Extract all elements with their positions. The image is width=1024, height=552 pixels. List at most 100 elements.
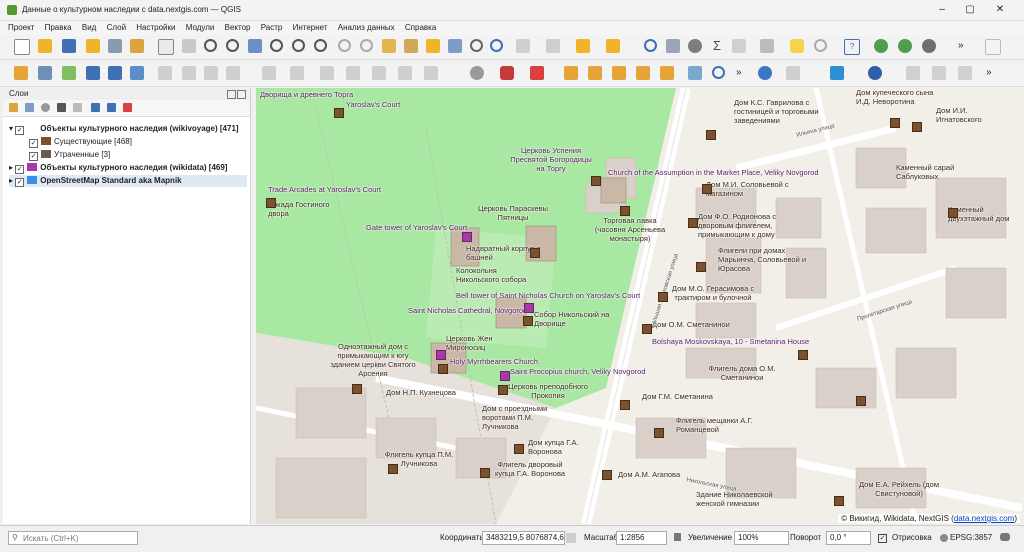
open-project-icon[interactable]: [38, 39, 52, 53]
layer-checkbox[interactable]: ✓: [15, 126, 25, 135]
zoom-next-icon[interactable]: [360, 39, 373, 52]
map-label[interactable]: Церковь Параскевы Пятницы: [478, 204, 548, 222]
menu-web[interactable]: Интернет: [293, 21, 328, 35]
map-canvas[interactable]: Дворища и древнего Торга Yaroslav's Cour…: [256, 88, 1022, 524]
heritage-marker-icon[interactable]: [658, 292, 668, 302]
wikidata-marker-icon[interactable]: [436, 350, 446, 360]
new-project-icon[interactable]: [14, 39, 30, 55]
wand-icon[interactable]: [688, 66, 702, 80]
map-label[interactable]: Дом И.И. Игнатовского: [936, 106, 996, 124]
zoom-native-icon[interactable]: [314, 39, 327, 52]
map-label[interactable]: Церковь Успения Пресвятой Богородицы на …: [506, 146, 596, 173]
new-map-view-icon[interactable]: [382, 39, 396, 53]
heritage-marker-icon[interactable]: [334, 108, 344, 118]
cut-icon[interactable]: [226, 66, 240, 80]
map-label[interactable]: Дом с проездными воротами П.М. Лучникова: [482, 404, 562, 431]
highlight-labels-icon[interactable]: [530, 66, 544, 80]
heritage-marker-icon[interactable]: [523, 316, 533, 326]
messages-icon[interactable]: [1000, 533, 1010, 541]
heritage-marker-icon[interactable]: [438, 364, 448, 374]
copy-icon[interactable]: [262, 66, 276, 80]
map-label[interactable]: Колокольня Никольского собора: [456, 266, 536, 284]
heritage-marker-icon[interactable]: [530, 248, 540, 258]
map-label[interactable]: Дом О.М. Сметанинои: [652, 320, 730, 329]
heritage-marker-icon[interactable]: [602, 470, 612, 480]
toolbar-overflow-icon[interactable]: »: [958, 39, 972, 53]
map-label[interactable]: Аркада Гостиного двора: [268, 200, 348, 218]
maximize-button[interactable]: ▢: [958, 3, 982, 17]
edit-pencil-icon[interactable]: [86, 66, 100, 80]
category-checkbox[interactable]: ✓: [29, 139, 38, 148]
collapse-all-icon[interactable]: [107, 103, 116, 112]
snapping-icon[interactable]: [372, 66, 386, 80]
map-label[interactable]: Saint Nicholas Cathedral, Novgorod: [408, 306, 527, 315]
add-feature-icon[interactable]: [130, 66, 144, 80]
zoom-in-icon[interactable]: [204, 39, 217, 52]
map-label[interactable]: Saint Procopius church, Veliky Novgorod: [510, 367, 646, 376]
toolbar2-overflow-icon[interactable]: »: [736, 66, 750, 80]
map-label[interactable]: Trade Arcades at Yaroslav's Court: [268, 185, 381, 194]
rotation-field[interactable]: 0,0 °: [826, 531, 871, 545]
attribute-table-icon[interactable]: [666, 39, 680, 53]
heritage-marker-icon[interactable]: [620, 206, 630, 216]
map-label[interactable]: Дворища и древнего Торга: [260, 90, 353, 99]
map-label[interactable]: Gate tower of Yaroslav's Court: [366, 223, 467, 232]
info-tool-icon[interactable]: [830, 66, 844, 80]
menu-edit[interactable]: Правка: [45, 21, 72, 35]
layer-checkbox[interactable]: ✓: [15, 165, 25, 174]
float-panel-icon[interactable]: [227, 90, 236, 99]
ruler-icon[interactable]: [760, 39, 774, 53]
map-label[interactable]: Bolshaya Moskovskaya, 10 - Smetanina Hou…: [652, 337, 809, 346]
python-console-icon[interactable]: [758, 66, 772, 80]
zoom-selection-icon[interactable]: [270, 39, 283, 52]
heritage-marker-icon[interactable]: [352, 384, 362, 394]
identify-icon[interactable]: [644, 39, 657, 52]
heritage-marker-icon[interactable]: [706, 130, 716, 140]
heritage-marker-icon[interactable]: [696, 262, 706, 272]
deselect-icon[interactable]: [576, 39, 590, 53]
label-properties-icon[interactable]: [636, 66, 650, 80]
locator-icon[interactable]: [814, 39, 827, 52]
select-by-value-icon[interactable]: [546, 39, 560, 53]
map-label[interactable]: Церковь Жен Мироносиц: [446, 334, 506, 352]
magnifier-field[interactable]: 100%: [734, 531, 789, 545]
trace-icon[interactable]: [398, 66, 412, 80]
data-source-manager-icon[interactable]: [14, 66, 28, 80]
map-label[interactable]: Флигели при домах Марьинна, Соловьевой и…: [718, 246, 818, 273]
map-label[interactable]: Дом М.О. Герасимова с трактиром и булочн…: [668, 284, 758, 302]
map-label[interactable]: Дом К.С. Гаврилова с гостиницей и торгов…: [734, 98, 834, 125]
map-label[interactable]: Holy Myrrhbearers Church: [450, 357, 538, 366]
layer-styling-icon[interactable]: [9, 103, 18, 112]
map-label[interactable]: Дом Г.М. Сметанина: [642, 392, 713, 401]
map-label[interactable]: Дом А.М. Агапова: [618, 470, 680, 479]
filter-expression-icon[interactable]: [73, 103, 82, 112]
menu-view[interactable]: Вид: [82, 21, 96, 35]
add-group-icon[interactable]: [25, 103, 34, 112]
shape-digitize-icon[interactable]: [906, 66, 920, 80]
offset-curve-icon[interactable]: [958, 66, 972, 80]
heritage-marker-icon[interactable]: [642, 324, 652, 334]
map-label[interactable]: Флигель дворовый купца Г.А. Воронова: [490, 460, 570, 478]
pan-hand-icon[interactable]: [158, 39, 174, 55]
map-label[interactable]: Церковь преподобного Прокопия: [508, 382, 588, 400]
remove-layer-icon[interactable]: [123, 103, 132, 112]
undo-icon[interactable]: [320, 66, 334, 80]
label-icon[interactable]: [424, 66, 438, 80]
map-label[interactable]: Одноэтажный дом с примыкающим к югу здан…: [328, 342, 418, 378]
lock-scale-icon[interactable]: [674, 533, 681, 541]
map-label[interactable]: Флигель дома О.М. Сметанинои: [702, 364, 782, 382]
plugin2-icon[interactable]: [898, 39, 912, 53]
heritage-marker-icon[interactable]: [498, 385, 508, 395]
rotate-label-icon[interactable]: [588, 66, 602, 80]
menu-raster[interactable]: Растр: [261, 21, 283, 35]
render-checkbox[interactable]: ✓: [878, 534, 887, 543]
select-location-icon[interactable]: [606, 39, 620, 53]
extra-tool-icon[interactable]: [985, 39, 1001, 55]
refresh-icon[interactable]: [490, 39, 503, 52]
move-label-icon[interactable]: [564, 66, 578, 80]
layer-category-existing[interactable]: ✓ Существующие [468]: [29, 136, 132, 148]
plugin3-icon[interactable]: [922, 39, 936, 53]
show-labels-icon[interactable]: [500, 66, 514, 80]
map-label[interactable]: Дом М.И. Соловьевой с магазином: [706, 180, 806, 198]
map-label[interactable]: Bell tower of Saint Nicholas Church on Y…: [456, 291, 640, 300]
